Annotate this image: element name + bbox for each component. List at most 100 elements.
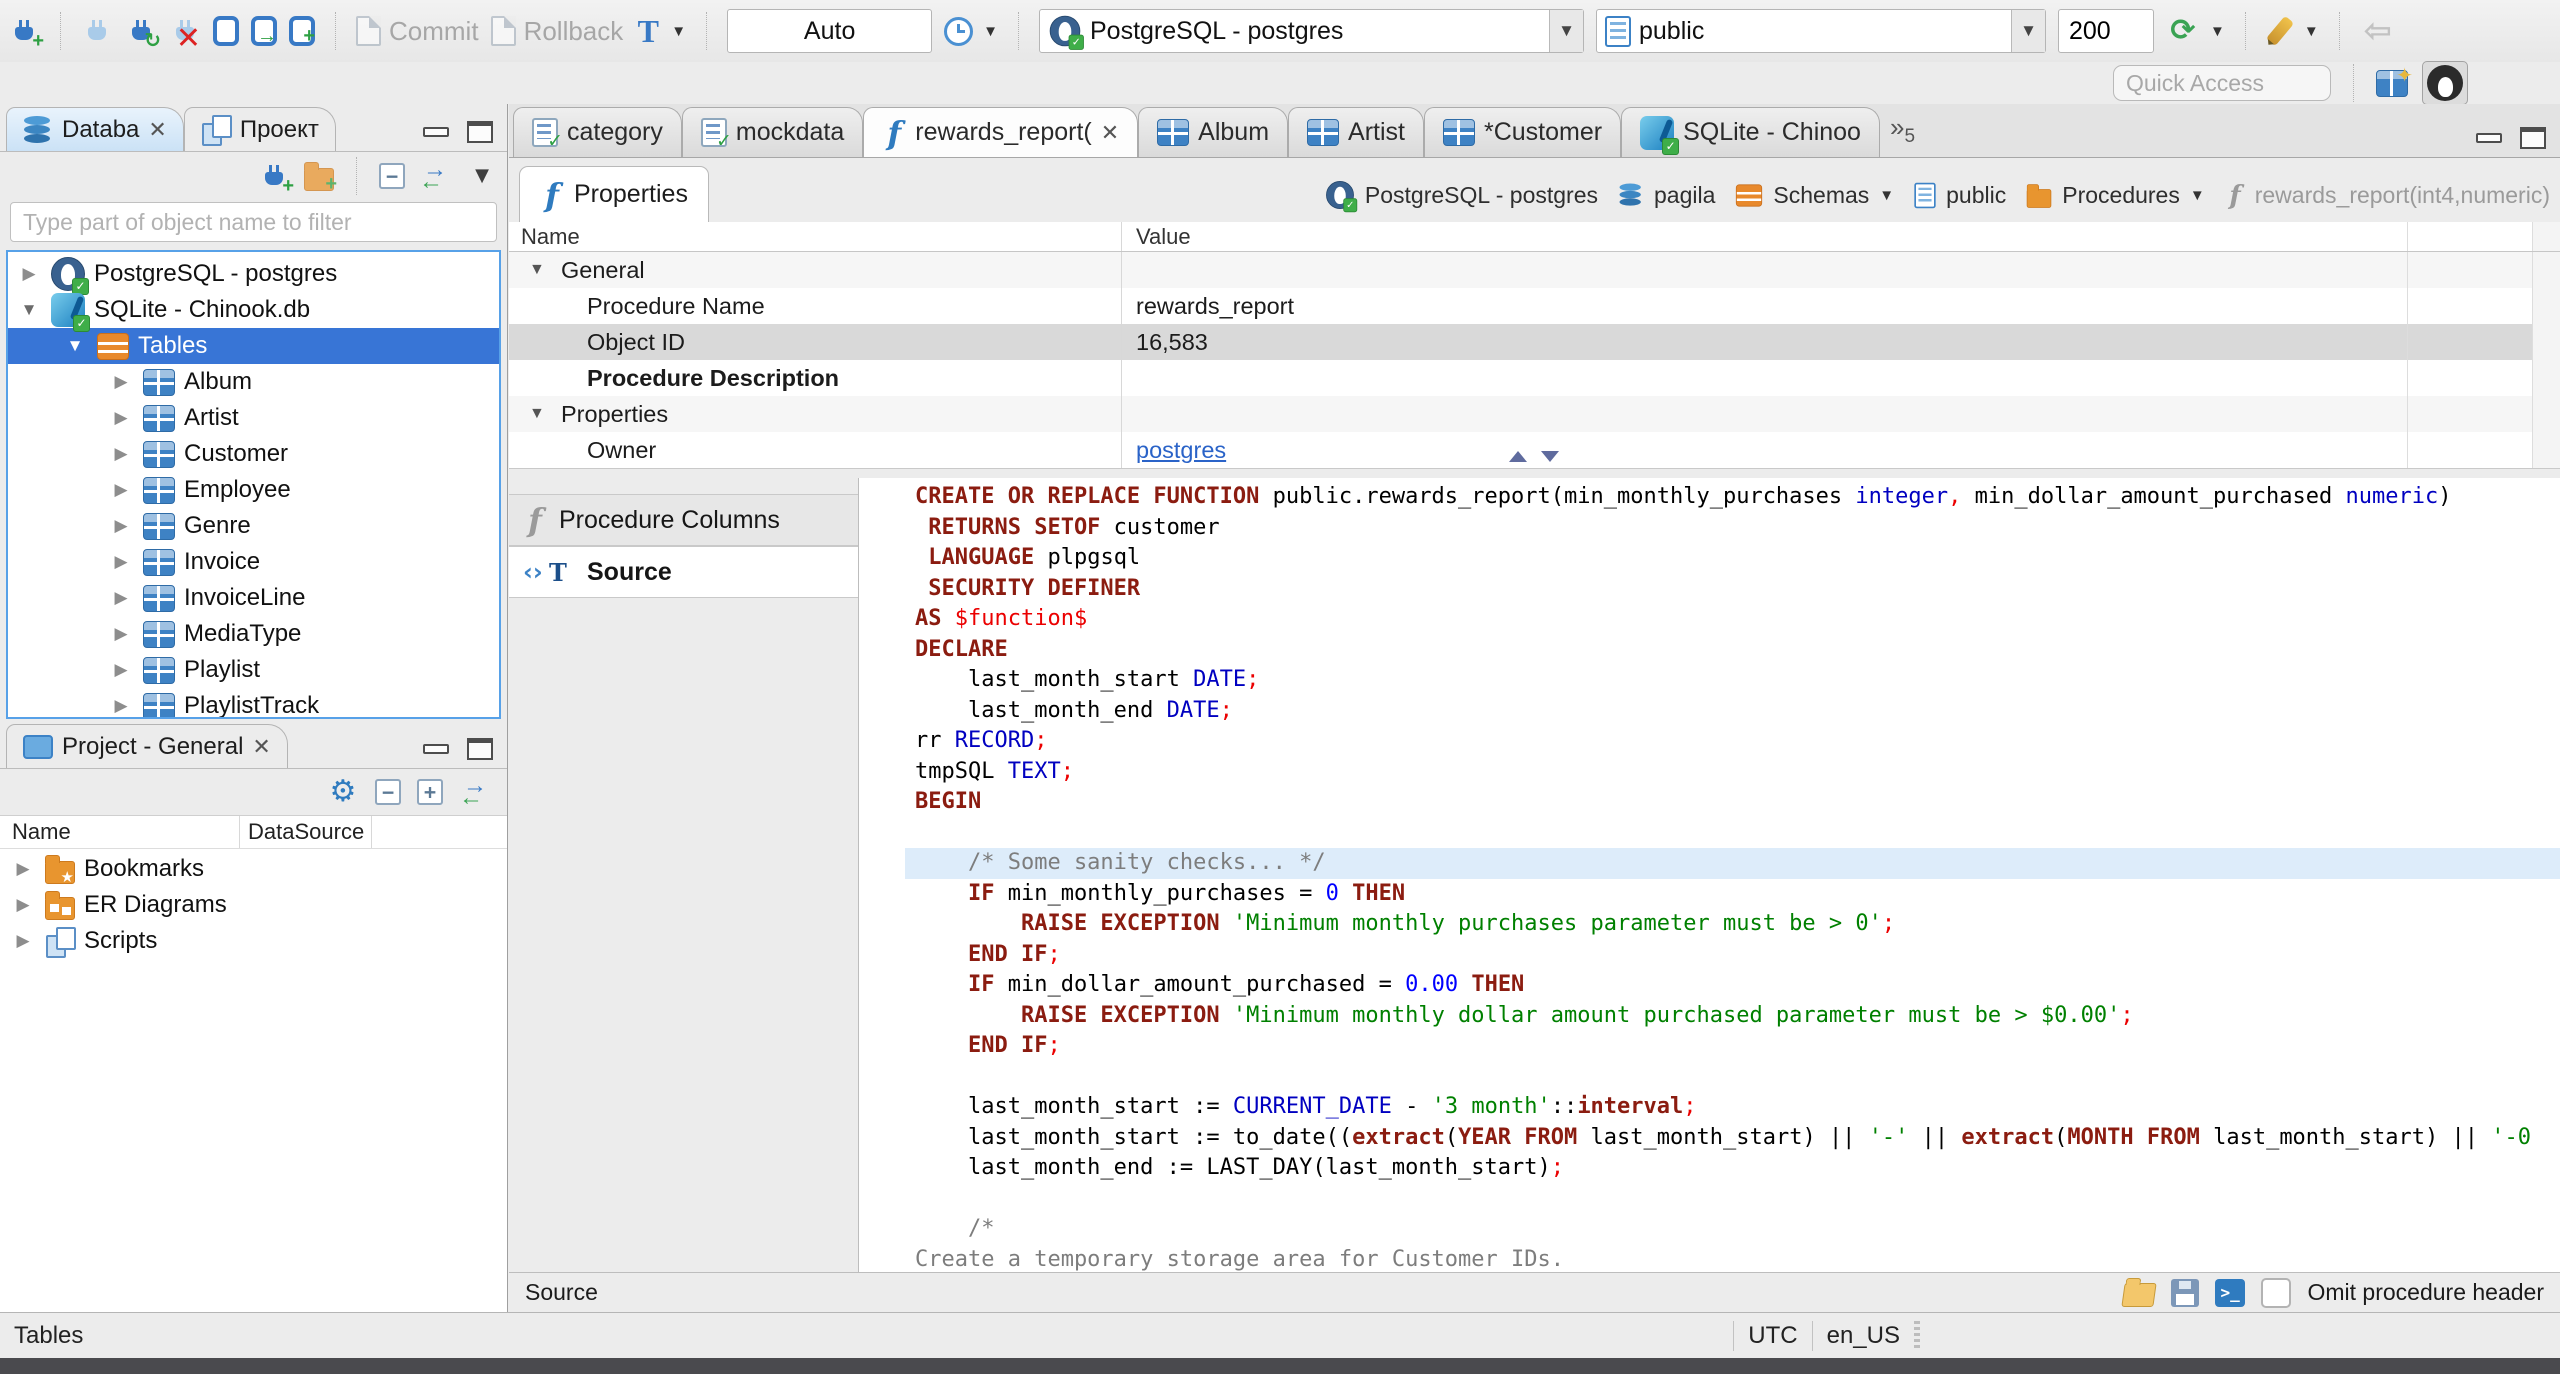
editor-tab-artist[interactable]: Artist [1288,107,1424,157]
project-item-scripts[interactable]: Scripts [0,923,507,959]
new-sql-editor-icon[interactable]: → [251,16,277,46]
dropdown-arrow-icon[interactable]: ▼ [1879,187,1894,204]
link-with-editor-icon[interactable] [419,156,455,196]
collapse-all-icon[interactable]: − [375,779,401,805]
maximize-icon[interactable] [467,738,493,760]
column-header-datasource[interactable]: DataSource [240,816,372,848]
tab-project-general[interactable]: Project - General ✕ [6,724,288,768]
tree-item-invoice[interactable]: Invoice [8,544,499,580]
editor-tab-album[interactable]: Album [1138,107,1289,157]
editor-tab-rewards-report[interactable]: rewards_report(✕ [863,107,1139,157]
tab-database-navigator[interactable]: Databa ✕ [6,107,184,151]
tree-item-playlist[interactable]: Playlist [8,652,499,688]
property-row-object-id[interactable]: Object ID 16,583 [509,324,2560,360]
fetch-size-input[interactable] [2058,9,2154,53]
property-row-procedure-name[interactable]: Procedure Name rewards_report [509,288,2560,324]
minimize-icon[interactable] [2476,133,2502,143]
editor-tab-customer[interactable]: *Customer [1424,107,1622,157]
open-perspective-icon[interactable] [2376,63,2413,97]
tab-properties[interactable]: Properties [519,166,709,222]
tree-item-album[interactable]: Album [8,364,499,400]
connect-icon[interactable] [81,15,113,47]
collapse-all-icon[interactable]: − [379,163,405,189]
refresh-button[interactable]: ▼ [2166,14,2225,48]
tree-item-sqlite-chinook-db[interactable]: SQLite - Chinook.db [8,292,499,332]
new-folder-icon[interactable]: + [304,161,337,194]
quick-access-input[interactable] [2113,65,2331,101]
pen-button[interactable]: ▼ [2265,15,2319,47]
status-locale[interactable]: en_US [1827,1322,1900,1350]
collapsed-arrow-icon[interactable] [108,588,134,608]
property-row-owner[interactable]: Owner postgres [509,432,2560,468]
transaction-history-button[interactable]: ▼ [944,16,998,46]
property-row-general[interactable]: ▼ General [509,252,2560,288]
maximize-icon[interactable] [2520,127,2546,149]
breadcrumb-item-pagila[interactable]: pagila [1616,180,1715,210]
breadcrumb-item-postgresql-postgres[interactable]: PostgreSQL - postgres [1323,178,1598,213]
expanded-arrow-icon[interactable] [16,300,42,320]
property-value-link[interactable]: postgres [1136,437,1226,464]
schema-combo[interactable]: public ▼ [1596,9,2046,53]
column-header-name[interactable]: Name [509,224,1121,250]
splitter-up-icon[interactable] [1509,451,1527,462]
collapsed-arrow-icon[interactable] [108,696,134,716]
grid-scrollbar[interactable] [2532,222,2560,251]
group-expanded-icon[interactable]: ▼ [521,261,555,279]
persist-console-icon[interactable] [2215,1278,2246,1307]
column-header-name[interactable]: Name [0,816,240,848]
close-icon[interactable]: ✕ [1101,120,1119,146]
collapsed-arrow-icon[interactable] [10,931,36,951]
tab-overflow-indicator[interactable]: »5 [1880,112,1925,148]
breadcrumb-item-schemas[interactable]: Schemas ▼ [1733,182,1894,209]
collapsed-arrow-icon[interactable] [108,660,134,680]
collapsed-arrow-icon[interactable] [108,552,134,572]
expand-all-icon[interactable]: + [417,779,443,805]
rollback-button[interactable]: Rollback [490,16,623,47]
dbeaver-perspective-button[interactable] [2422,61,2468,105]
new-sql-script-icon[interactable]: + [289,16,315,46]
breadcrumb-item-public[interactable]: public [1912,180,2006,211]
open-file-icon[interactable] [2121,1283,2158,1307]
collapsed-arrow-icon[interactable] [108,444,134,464]
close-icon[interactable]: ✕ [252,734,270,760]
subtab-source[interactable]: Source [509,546,858,598]
project-item-bookmarks[interactable]: Bookmarks [0,851,507,887]
collapsed-arrow-icon[interactable] [108,624,134,644]
undo-icon[interactable] [2360,14,2396,48]
collapsed-arrow-icon[interactable] [108,372,134,392]
tree-item-customer[interactable]: Customer [8,436,499,472]
minimize-icon[interactable] [423,127,449,137]
editor-tab-mockdata[interactable]: mockdata [681,107,864,157]
property-row-procedure-description[interactable]: Procedure Description [509,360,2560,396]
editor-tab-sqlite-chinoo[interactable]: SQLite - Chinoo [1621,107,1880,157]
new-connection-icon[interactable]: + [8,15,44,51]
sql-editor-icon[interactable] [213,16,239,46]
link-with-editor-icon[interactable] [459,772,495,812]
new-connection-icon[interactable]: + [258,160,294,196]
gear-icon[interactable] [327,775,359,809]
close-icon[interactable]: ✕ [148,117,166,143]
collapsed-arrow-icon[interactable] [108,408,134,428]
editor-tab-category[interactable]: category [513,107,682,157]
expanded-arrow-icon[interactable] [62,336,88,356]
status-timezone[interactable]: UTC [1748,1322,1797,1350]
tree-item-playlisttrack[interactable]: PlaylistTrack [8,688,499,717]
tree-item-tables[interactable]: Tables [8,328,499,364]
collapsed-arrow-icon[interactable] [10,895,36,915]
connection-dropdown-button[interactable]: ▼ [1549,10,1583,52]
view-menu-icon[interactable] [469,163,495,189]
collapsed-arrow-icon[interactable] [10,859,36,879]
breadcrumb-item-procedures[interactable]: Procedures ▼ [2024,181,2205,210]
commit-mode-combo[interactable]: Auto [727,9,933,53]
tree-item-artist[interactable]: Artist [8,400,499,436]
tree-item-employee[interactable]: Employee [8,472,499,508]
tree-item-invoiceline[interactable]: InvoiceLine [8,580,499,616]
save-icon[interactable] [2171,1278,2200,1307]
collapsed-arrow-icon[interactable] [108,480,134,500]
dropdown-arrow-icon[interactable]: ▼ [2190,187,2205,204]
omit-procedure-header-checkbox[interactable] [2261,1277,2292,1308]
tree-item-genre[interactable]: Genre [8,508,499,544]
splitter[interactable] [509,451,2560,478]
tree-item-mediatype[interactable]: MediaType [8,616,499,652]
commit-button[interactable]: Commit [356,16,479,47]
